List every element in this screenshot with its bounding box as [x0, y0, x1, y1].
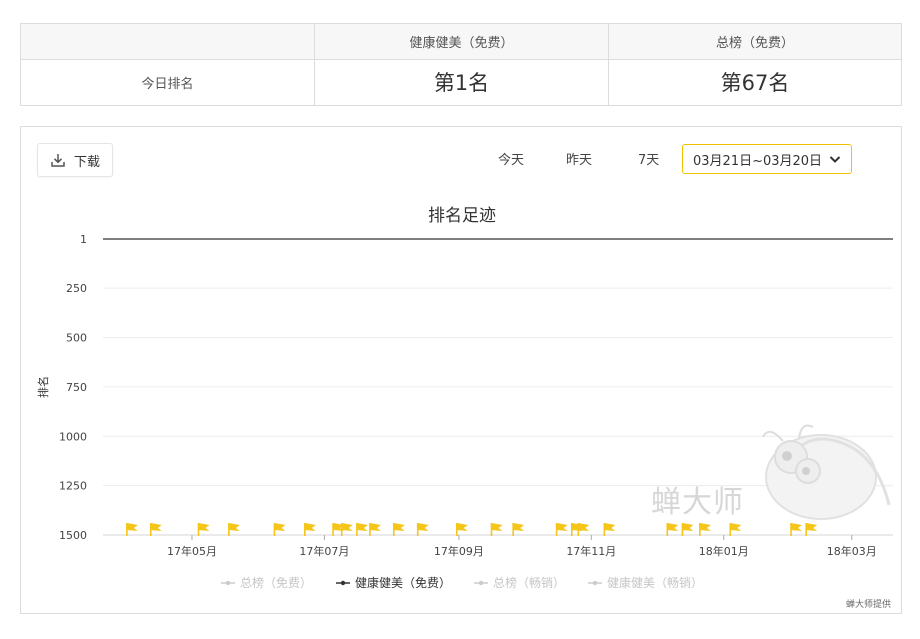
event-flag-icon: [340, 523, 353, 536]
event-flag-icon: [805, 523, 818, 536]
y-tick-label: 1500: [59, 529, 87, 542]
legend-item[interactable]: 总榜（免费）: [240, 575, 312, 590]
category-rank-value: 第1名: [433, 71, 490, 95]
event-flag-icon: [555, 523, 568, 536]
rank-chart: 1250500750100012501500排名 17年05月 17年07月 17年…: [36, 233, 893, 590]
x-tick-label: 17年07月: [299, 544, 349, 558]
ranking-table-header: 健康健美（免费） 总榜（免费）: [21, 24, 901, 60]
y-tick-label: 1: [80, 233, 87, 246]
y-axis-label: 排名: [36, 376, 50, 398]
y-tick-label: 250: [66, 282, 87, 295]
event-flag-icon: [729, 523, 742, 536]
watermark-mascot-icon: [762, 424, 891, 520]
event-flag-icon: [490, 523, 503, 536]
header-cell-category: 健康健美（免费）: [315, 24, 609, 59]
event-flag-icon: [577, 523, 590, 536]
legend-item[interactable]: 健康健美（畅销）: [607, 575, 703, 590]
x-tick-label: 17年09月: [434, 544, 484, 558]
event-flag-icon: [666, 523, 679, 536]
y-tick-label: 1000: [59, 430, 87, 443]
x-tick-label: 18年03月: [827, 544, 877, 558]
watermark-text: 蝉大师: [651, 485, 744, 520]
event-flag-icon: [369, 523, 381, 536]
event-flag-icon: [304, 523, 316, 536]
legend-item[interactable]: 健康健美（免费）: [355, 575, 451, 590]
legend-dot: [592, 580, 598, 586]
event-flag-icon: [273, 523, 286, 536]
event-flag-icon: [149, 523, 162, 536]
event-flag-icon: [416, 523, 429, 536]
x-tick-label: 17年11月: [566, 544, 616, 558]
provider-credit: 蝉大师提供: [845, 600, 891, 610]
event-flag-icon: [681, 523, 694, 536]
x-tick-label: 17年05月: [167, 544, 217, 558]
event-flag-icon: [228, 523, 240, 536]
overall-rank-value: 第67名: [720, 71, 790, 95]
event-flag-icon: [512, 523, 525, 536]
event-flag-icon: [603, 523, 616, 536]
event-flag-icon: [126, 523, 138, 536]
legend-dot: [478, 580, 484, 586]
y-tick-label: 500: [66, 332, 87, 345]
legend-dot: [225, 580, 231, 586]
event-flag-icon: [393, 523, 405, 536]
event-flag-icon: [356, 523, 368, 536]
event-flag-icon: [455, 523, 468, 536]
x-tick-label: 18年01月: [699, 544, 749, 558]
ranking-table: 健康健美（免费） 总榜（免费） 今日排名 第1名 第67名: [20, 23, 902, 106]
category-rank-cell: 第1名: [315, 59, 609, 105]
event-flag-icon: [790, 523, 802, 536]
ranking-chart-panel: 下载 今天 昨天 7天 03月21日~03月20日 排名足迹 1 250 500 75…: [20, 126, 902, 614]
legend-dot: [340, 580, 346, 586]
ranking-table-row: 今日排名 第1名 第67名: [21, 59, 901, 105]
y-tick-label: 1250: [59, 480, 87, 493]
row-label-today-rank: 今日排名: [21, 59, 315, 105]
event-flag-icon: [197, 523, 210, 536]
event-flag-icon: [699, 523, 711, 536]
y-tick-label: 750: [66, 381, 87, 394]
header-cell-empty: [21, 24, 315, 59]
legend-item[interactable]: 总榜（畅销）: [493, 575, 565, 590]
header-cell-overall: 总榜（免费）: [715, 36, 794, 51]
overall-rank-cell: 第67名: [609, 59, 901, 105]
